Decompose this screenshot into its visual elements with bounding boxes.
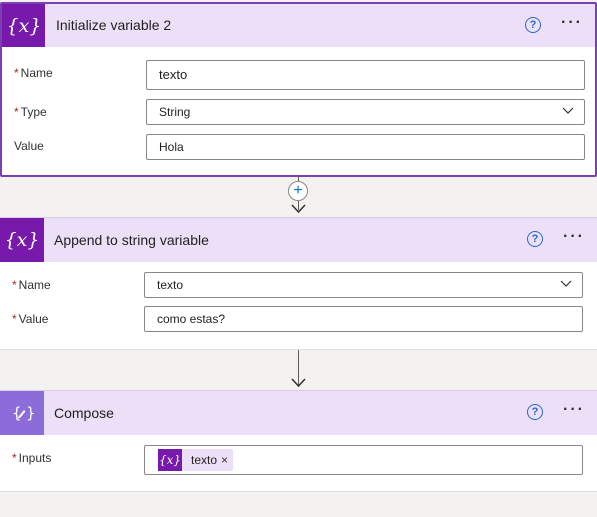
value-input[interactable]: Hola [146, 134, 585, 160]
value-input[interactable]: como estas? [144, 306, 583, 332]
chevron-down-icon [562, 107, 574, 114]
dynamic-content-token[interactable]: {x} texto × [158, 447, 234, 473]
compose-card[interactable]: { } Compose ? ··· * Inputs {x} texto × [0, 390, 597, 492]
initialize-variable-card[interactable]: {x} Initialize variable 2 ? ··· *Name te… [0, 2, 597, 177]
name-dropdown[interactable]: texto [144, 272, 583, 298]
inputs-label: * Inputs [12, 451, 52, 465]
name-input[interactable]: texto [146, 60, 585, 90]
remove-token-icon[interactable]: × [221, 447, 233, 473]
name-value: texto [157, 278, 184, 292]
arrow-down-icon [291, 204, 306, 214]
chevron-down-icon [560, 280, 572, 287]
help-icon[interactable]: ? [525, 17, 541, 33]
more-options-icon[interactable]: ··· [563, 228, 585, 246]
token-label: texto [191, 453, 218, 467]
help-icon[interactable]: ? [527, 231, 543, 247]
card-title: Compose [54, 405, 114, 421]
name-label: * Name [12, 278, 51, 292]
add-step-button[interactable]: + [288, 181, 308, 201]
type-dropdown[interactable]: String [146, 99, 585, 125]
name-label: * Name [14, 66, 53, 80]
card-title: Append to string variable [54, 232, 209, 248]
value-label: * Value [12, 312, 49, 326]
svg-text:{x}: {x} [7, 229, 37, 251]
variable-icon: {x} [158, 449, 182, 471]
value-label: Value [14, 139, 44, 153]
variable-icon: {x} [2, 4, 45, 47]
type-value: String [159, 105, 191, 119]
more-options-icon[interactable]: ··· [561, 14, 583, 32]
help-icon[interactable]: ? [527, 404, 543, 420]
compose-icon: { } [0, 391, 44, 435]
more-options-icon[interactable]: ··· [563, 401, 585, 419]
card-header[interactable]: {x} Initialize variable 2 ? ··· [2, 4, 595, 47]
card-header[interactable]: {x} Append to string variable ? ··· [0, 218, 597, 262]
svg-text:{: { [12, 404, 22, 422]
type-label: * Type [14, 105, 47, 119]
variable-icon: {x} [0, 218, 44, 262]
card-title: Initialize variable 2 [56, 17, 172, 33]
svg-text:{x}: {x} [9, 15, 39, 37]
inputs-field[interactable]: {x} texto × [144, 445, 583, 475]
append-to-string-card[interactable]: {x} Append to string variable ? ··· *Nam… [0, 217, 597, 350]
svg-text:}: } [26, 404, 35, 422]
card-header[interactable]: { } Compose ? ··· [0, 391, 597, 435]
arrow-down-icon [291, 378, 306, 388]
